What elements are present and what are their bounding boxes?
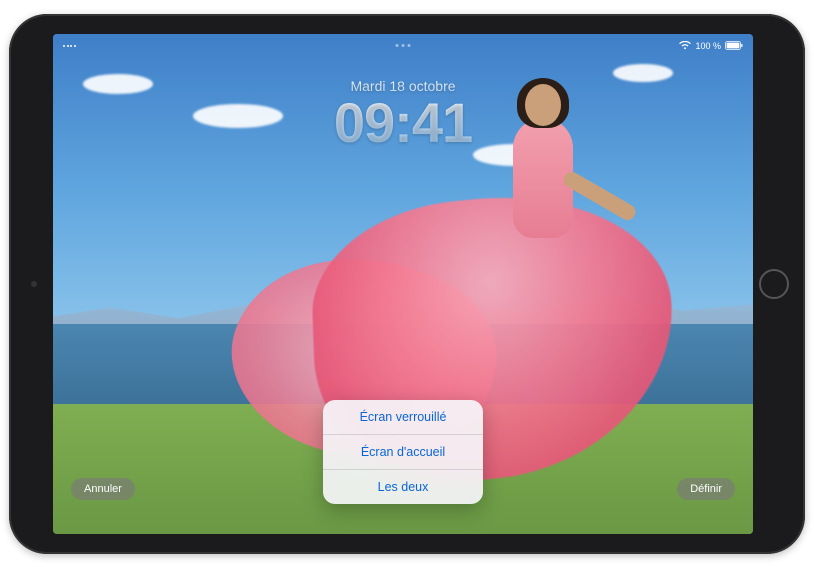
status-bar: 100 % bbox=[53, 38, 753, 54]
lock-screen-time: 09:41 bbox=[53, 90, 753, 155]
menu-item-both[interactable]: Les deux bbox=[323, 470, 483, 504]
cellular-signal-icon bbox=[63, 45, 76, 47]
cancel-button[interactable]: Annuler bbox=[71, 478, 135, 500]
wifi-icon bbox=[679, 41, 691, 50]
front-camera bbox=[31, 281, 37, 287]
battery-icon bbox=[725, 41, 743, 50]
battery-percentage: 100 % bbox=[695, 41, 721, 51]
lock-screen: 100 % Mardi 18 octobre 09:41 Écran verro… bbox=[53, 34, 753, 534]
set-wallpaper-menu: Écran verrouillé Écran d'accueil Les deu… bbox=[323, 400, 483, 504]
set-button[interactable]: Définir bbox=[677, 478, 735, 500]
home-button[interactable] bbox=[759, 269, 789, 299]
lock-screen-datetime: Mardi 18 octobre 09:41 bbox=[53, 78, 753, 155]
multitask-dots-icon bbox=[396, 44, 411, 47]
menu-item-home-screen[interactable]: Écran d'accueil bbox=[323, 435, 483, 470]
ipad-device-frame: 100 % Mardi 18 octobre 09:41 Écran verro… bbox=[9, 14, 805, 554]
menu-item-lock-screen[interactable]: Écran verrouillé bbox=[323, 400, 483, 435]
